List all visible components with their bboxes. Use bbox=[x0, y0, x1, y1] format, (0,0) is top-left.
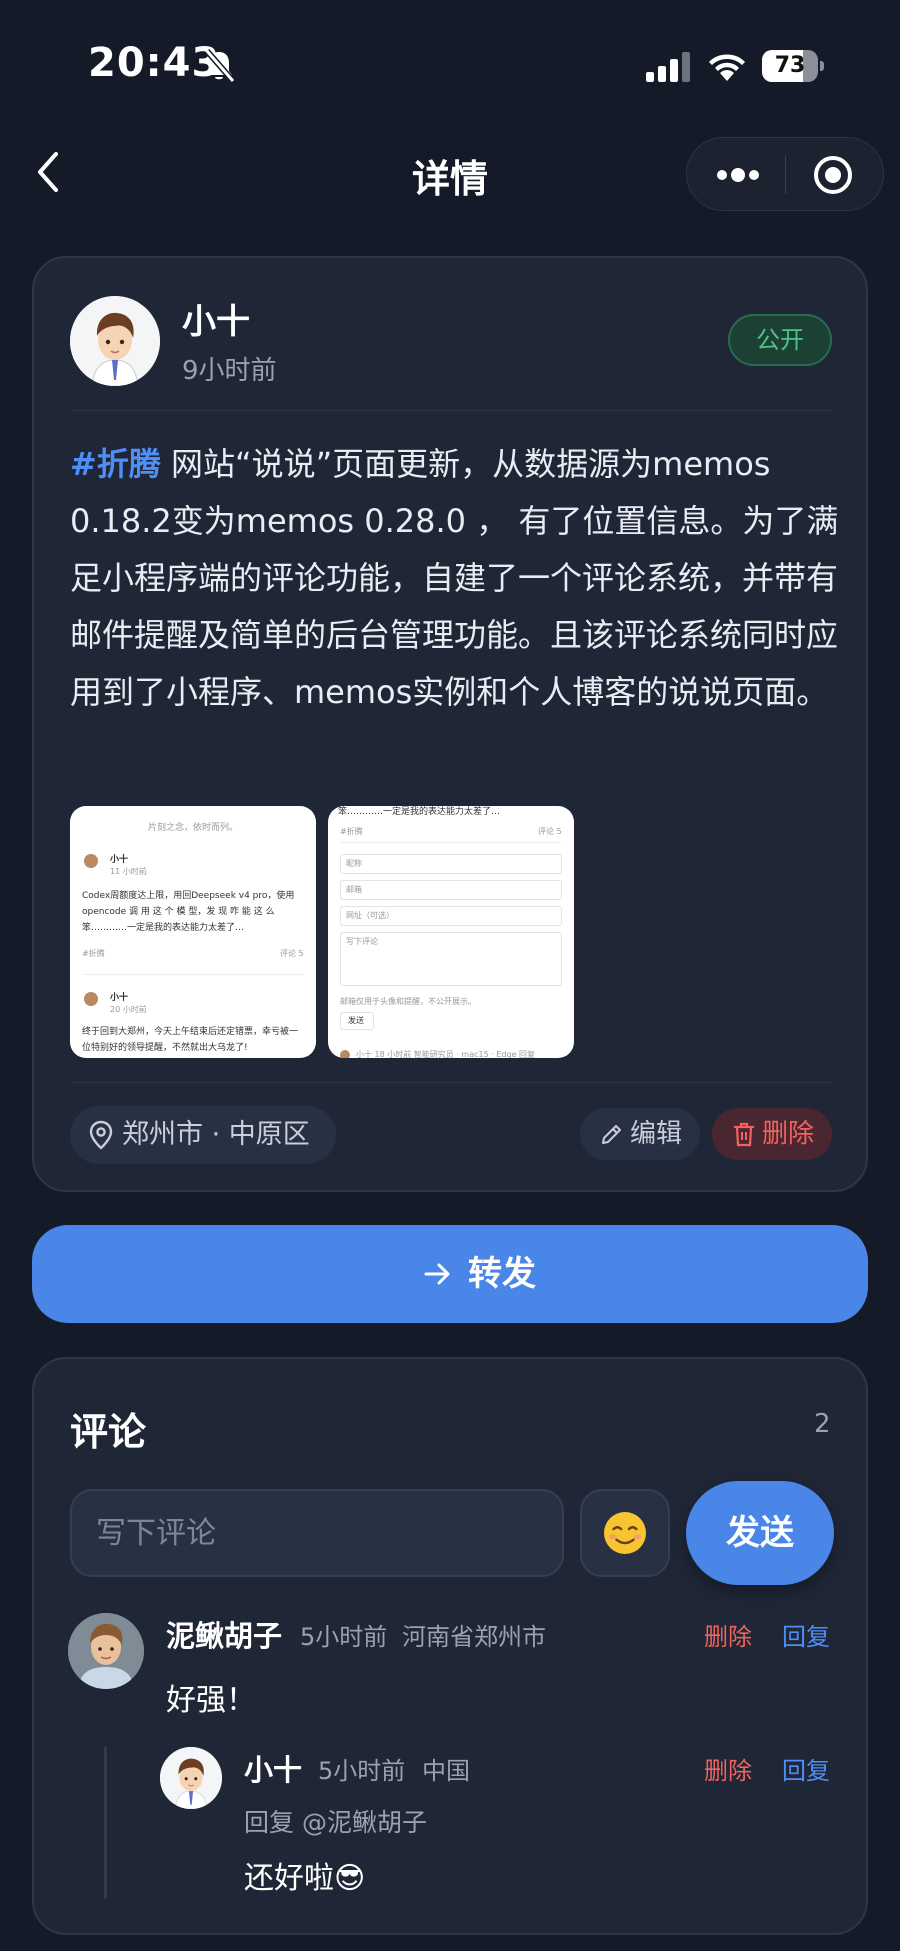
reply-time: 5小时前 bbox=[318, 1757, 406, 1785]
thumb-text: Codex周额度达上限，用回Deepseek v4 pro，使用 opencod… bbox=[82, 891, 295, 933]
thumb-field: 邮箱 bbox=[346, 885, 362, 894]
signal-icon bbox=[646, 52, 690, 82]
reply-author-name[interactable]: 小十 bbox=[244, 1747, 302, 1789]
thumb-author: 小十 bbox=[110, 855, 129, 865]
post-card: 小十 9小时前 公开 #折腾 网站“说说”页面更新，从数据源为memos 0.1… bbox=[32, 256, 868, 1192]
reply-thread-line bbox=[104, 1747, 107, 1899]
thumb-avatar bbox=[84, 854, 98, 868]
comments-count: 2 bbox=[814, 1409, 831, 1439]
delete-button[interactable]: 删除 bbox=[712, 1108, 832, 1160]
thumb-text: 终于回到大郑州，今天上午结束后还定错票，幸亏被一位特别好的领导提醒，不然就出大乌… bbox=[82, 1027, 299, 1053]
battery-percent: 73 bbox=[774, 53, 806, 78]
post-image-1[interactable]: 片刻之念，依时而列。 小十 11 小时前 Codex周额度达上限，用回Deeps… bbox=[70, 806, 316, 1058]
status-bar: 20:43 73 bbox=[0, 0, 900, 130]
reply-delete-button[interactable]: 删除 bbox=[704, 1751, 752, 1786]
divider bbox=[70, 1082, 832, 1083]
reply-text: 还好啦😎 bbox=[244, 1861, 366, 1896]
divider bbox=[70, 410, 832, 411]
thumb-time: 20 小时前 bbox=[110, 1005, 147, 1014]
comments-card: 评论 2 发送 泥鳅胡子 5小时前 河南省郑州市 删除 回复 好强！ bbox=[32, 1357, 868, 1935]
smiley-icon bbox=[604, 1512, 646, 1554]
edit-button[interactable]: 编辑 bbox=[580, 1108, 700, 1160]
status-time: 20:43 bbox=[88, 40, 221, 86]
comment-delete-button[interactable]: 删除 bbox=[704, 1617, 752, 1652]
comment-input[interactable] bbox=[70, 1489, 564, 1577]
thumb-time: 11 小时前 bbox=[110, 867, 147, 876]
thumb-tag: #折腾 bbox=[82, 949, 105, 958]
thumb-comments: 评论 5 bbox=[538, 827, 562, 836]
author-name[interactable]: 小十 bbox=[182, 294, 250, 343]
thumb-note: 邮箱仅用于头像和提醒，不公开展示。 bbox=[340, 997, 476, 1006]
author-avatar[interactable] bbox=[70, 296, 160, 386]
battery-indicator: 73 bbox=[762, 50, 824, 82]
delete-label: 删除 bbox=[762, 1119, 815, 1149]
thumb-send: 发送 bbox=[348, 1016, 364, 1025]
reply-location: 中国 bbox=[422, 1757, 470, 1785]
mini-program-capsule bbox=[686, 137, 884, 211]
location-pill[interactable]: 郑州市 · 中原区 bbox=[70, 1106, 336, 1164]
reply-avatar[interactable] bbox=[160, 1747, 222, 1809]
post-text: 网站“说说”页面更新，从数据源为memos 0.18.2变为memos 0.28… bbox=[70, 445, 839, 711]
forward-label: 转发 bbox=[468, 1254, 536, 1294]
post-tag[interactable]: #折腾 bbox=[70, 445, 161, 483]
edit-label: 编辑 bbox=[630, 1119, 683, 1149]
comment-text: 好强！ bbox=[166, 1683, 256, 1718]
comment-reply-button[interactable]: 回复 bbox=[782, 1617, 830, 1652]
visibility-badge: 公开 bbox=[728, 314, 832, 366]
location-pin-icon bbox=[89, 1120, 113, 1150]
thumb-header: 片刻之念，依时而列。 bbox=[147, 823, 238, 833]
thumb-text: 笨…………一定是我的表达能力太差了… bbox=[338, 807, 501, 817]
comment-time: 5小时前 bbox=[300, 1623, 388, 1651]
forward-button[interactable]: 转发 bbox=[32, 1225, 868, 1323]
trash-icon bbox=[734, 1122, 754, 1147]
thumb-author: 小十 bbox=[110, 993, 129, 1003]
thumb-field: 网址（可选） bbox=[346, 911, 394, 920]
location-text: 郑州市 · 中原区 bbox=[122, 1119, 310, 1150]
wifi-icon bbox=[709, 54, 745, 81]
pencil-icon bbox=[602, 1125, 621, 1144]
close-target-icon[interactable] bbox=[813, 155, 853, 195]
post-content: #折腾 网站“说说”页面更新，从数据源为memos 0.18.2变为memos … bbox=[70, 436, 840, 721]
thumb-footer: 小十 18 小时前 智能研究员 · mac15 · Edge 回复 bbox=[356, 1050, 536, 1058]
thumb-avatar bbox=[84, 992, 98, 1006]
post-image-2[interactable]: 笨…………一定是我的表达能力太差了… #折腾 评论 5 昵称 邮箱 网址（可选）… bbox=[328, 806, 574, 1058]
thumb-field: 昵称 bbox=[346, 859, 362, 868]
post-time: 9小时前 bbox=[182, 356, 277, 386]
thumb-field: 写下评论 bbox=[346, 937, 378, 946]
comments-title: 评论 bbox=[70, 1410, 147, 1454]
more-icon[interactable] bbox=[715, 160, 761, 190]
comment-location: 河南省郑州市 bbox=[402, 1623, 546, 1651]
bell-off-icon bbox=[204, 49, 236, 83]
emoji-button[interactable] bbox=[580, 1489, 670, 1577]
send-button[interactable]: 发送 bbox=[686, 1481, 834, 1585]
reply-reply-button[interactable]: 回复 bbox=[782, 1751, 830, 1786]
thumb-tag: #折腾 bbox=[340, 827, 363, 836]
reply-to-mention: 回复 @泥鳅胡子 bbox=[244, 1808, 427, 1837]
arrow-right-icon bbox=[424, 1263, 450, 1285]
thumb-avatar bbox=[340, 1050, 350, 1058]
commenter-name[interactable]: 泥鳅胡子 bbox=[166, 1613, 282, 1655]
commenter-avatar[interactable] bbox=[68, 1613, 144, 1689]
thumb-comments: 评论 5 bbox=[280, 949, 304, 958]
